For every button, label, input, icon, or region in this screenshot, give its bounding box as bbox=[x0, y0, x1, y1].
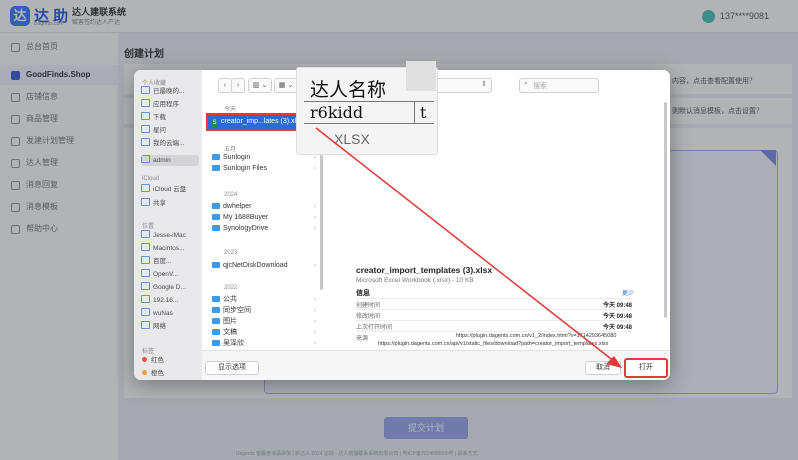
annotation-arrow-line bbox=[315, 127, 616, 363]
annotation-arrow bbox=[315, 127, 622, 368]
annotation-arrow-head bbox=[606, 356, 622, 368]
